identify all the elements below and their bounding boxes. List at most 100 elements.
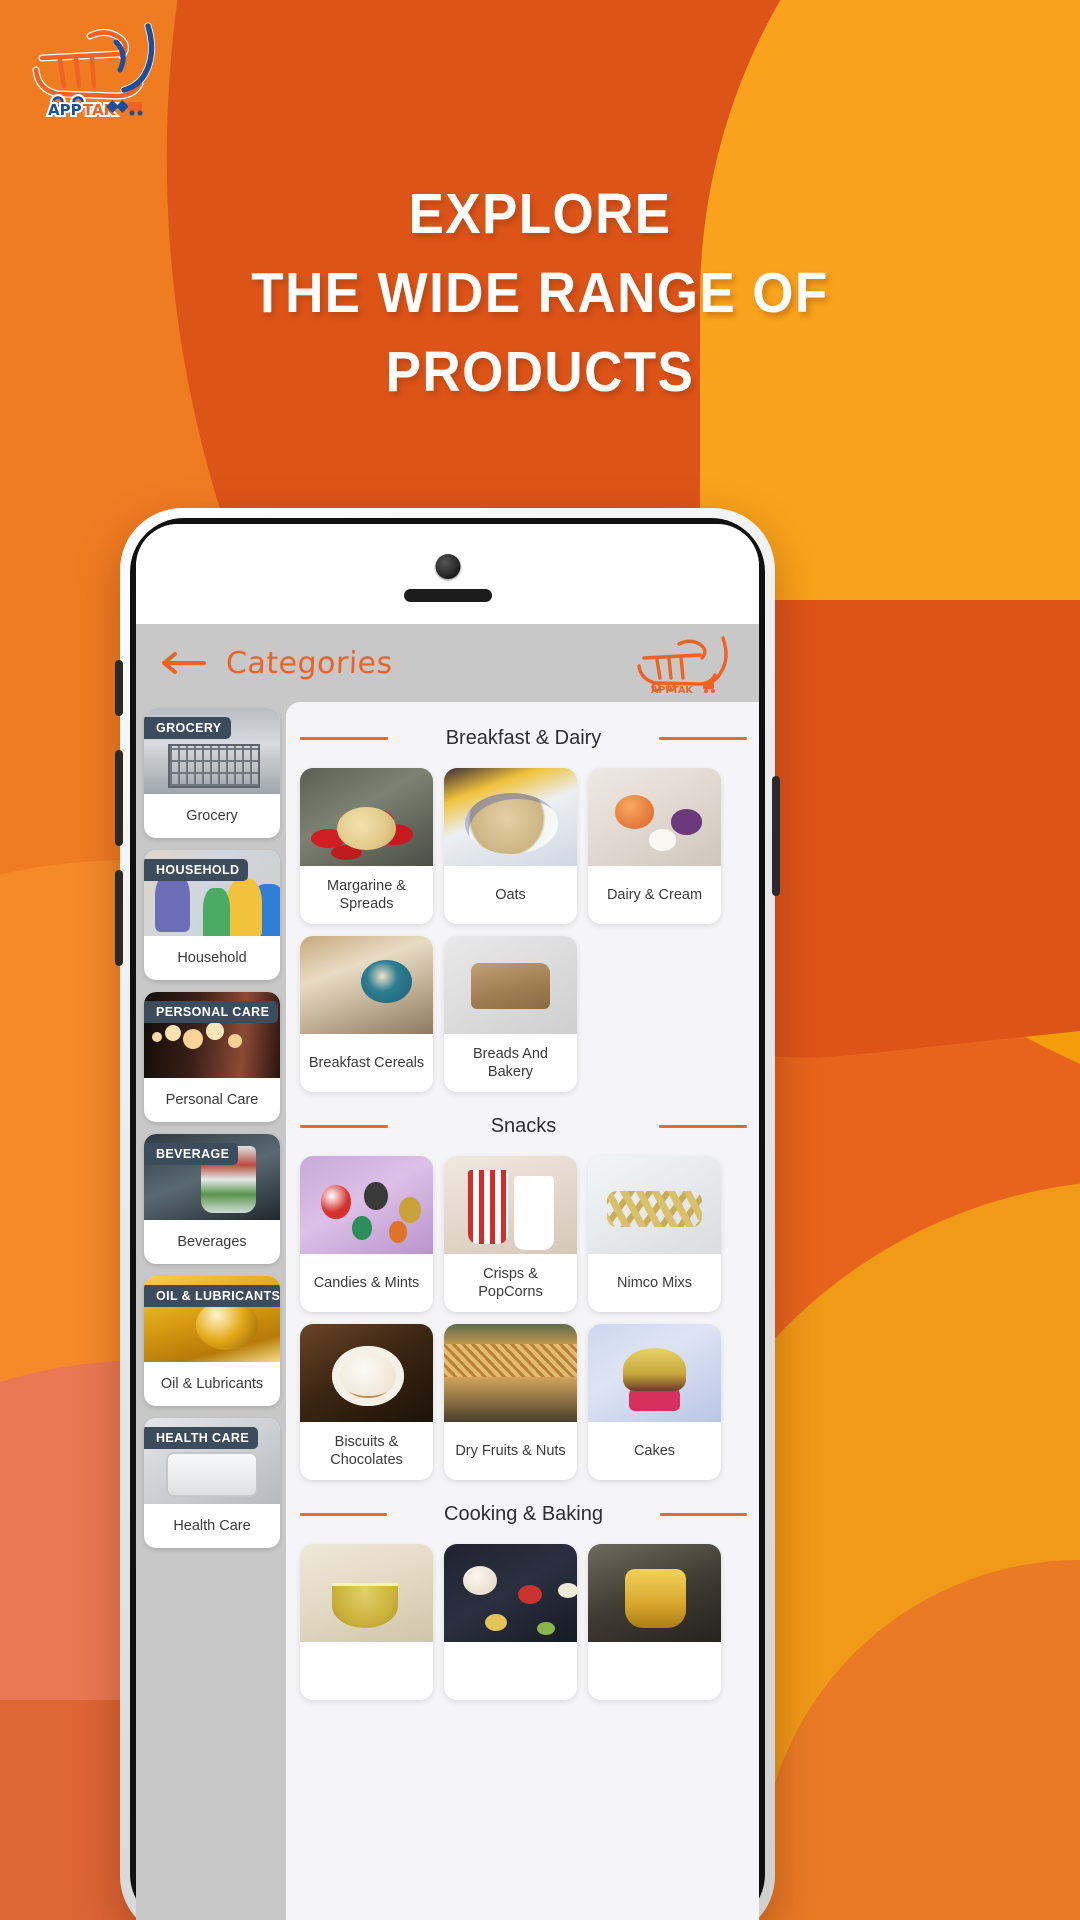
- tile-margarine-spreads[interactable]: Margarine & Spreads: [300, 768, 433, 924]
- sidebar-item-label: Oil & Lubricants: [160, 1376, 264, 1392]
- sidebar-item-oil-lubricants[interactable]: OIL & LUBRICANTS Oil & Lubricants: [144, 1276, 280, 1406]
- logo-wordmark-app: APP: [48, 101, 82, 119]
- sidebar-thumb: PERSONAL CARE: [144, 992, 280, 1078]
- phone-button-silent[interactable]: [115, 660, 123, 716]
- sidebar-item-label: Personal Care: [165, 1092, 259, 1108]
- section-title: Breakfast & Dairy: [445, 726, 602, 749]
- phone-screen: Categories APPTAK GROCERY Grocery HOUSEH…: [136, 524, 759, 1920]
- tile-nimco-mixs[interactable]: Nimco Mixs: [588, 1156, 721, 1312]
- tile-image: [300, 936, 433, 1034]
- headline-line-1: EXPLORE: [408, 182, 672, 246]
- app-bar-logo-icon: APPTAK: [637, 636, 728, 694]
- sidebar-band-label: PERSONAL CARE: [144, 1001, 279, 1023]
- olive-oil-image: [300, 1544, 433, 1642]
- tile-dairy-cream[interactable]: Dairy & Cream: [588, 768, 721, 924]
- tile-dry-fruits-nuts[interactable]: Dry Fruits & Nuts: [444, 1324, 577, 1480]
- cake-image: [588, 1324, 721, 1422]
- sidebar-item-label: Beverages: [177, 1234, 247, 1250]
- phone-button-vol-down[interactable]: [115, 870, 123, 966]
- tile-label: [444, 1642, 577, 1700]
- phone-button-power[interactable]: [772, 776, 780, 896]
- phone-button-vol-up[interactable]: [115, 750, 123, 846]
- oats-image: [444, 768, 577, 866]
- promo-headline: EXPLORE THE WIDE RANGE OF PRODUCTS: [38, 175, 1042, 412]
- tile-breakfast-cereals[interactable]: Breakfast Cereals: [300, 936, 433, 1092]
- section-header-snacks: Snacks: [300, 1104, 747, 1148]
- dryfruit-image: [444, 1324, 577, 1422]
- tile-image: [444, 1156, 577, 1254]
- section-rule-left: [300, 1512, 387, 1516]
- tile-breads-bakery[interactable]: Breads And Bakery: [444, 936, 577, 1092]
- honey-image: [588, 1544, 721, 1642]
- back-arrow-icon[interactable]: [158, 648, 208, 678]
- apptak-logo-icon: APP TAK: [32, 22, 155, 120]
- tile-label: [300, 1642, 433, 1700]
- apptak-logo: APP TAK: [20, 12, 170, 120]
- section-rule-right: [659, 736, 747, 740]
- sidebar-band-label: GROCERY: [144, 717, 231, 739]
- tile-label: Dry Fruits & Nuts: [455, 1442, 566, 1459]
- tile-row: [300, 1544, 747, 1700]
- tile-image: [300, 1156, 433, 1254]
- tile-label: [588, 1642, 721, 1700]
- sidebar-band-label: OIL & LUBRICANTS: [144, 1285, 280, 1307]
- tile-label: Oats: [495, 886, 526, 903]
- tile-row: Breakfast Cereals Breads And Bakery: [300, 936, 747, 1092]
- tile-image: [300, 768, 433, 866]
- sidebar-item-household[interactable]: HOUSEHOLD Household: [144, 850, 280, 980]
- tile-row: Candies & Mints Crisps & PopCorns Nimco …: [300, 1156, 747, 1312]
- category-sidebar[interactable]: GROCERY Grocery HOUSEHOLD Household PERS…: [136, 702, 286, 1920]
- tile-label: Breads And Bakery: [473, 1045, 548, 1080]
- svg-text:APPTAK: APPTAK: [651, 685, 693, 694]
- cereal-image: [300, 936, 433, 1034]
- tile-image: [588, 768, 721, 866]
- tile-label: Nimco Mixs: [617, 1274, 692, 1291]
- section-rule-right: [659, 1124, 747, 1128]
- tile-image: [300, 1324, 433, 1422]
- tile-spices[interactable]: [444, 1544, 577, 1700]
- spices-image: [444, 1544, 577, 1642]
- tile-honey[interactable]: [588, 1544, 721, 1700]
- sidebar-thumb: HOUSEHOLD: [144, 850, 280, 936]
- tile-oats[interactable]: Oats: [444, 768, 577, 924]
- tile-candies-mints[interactable]: Candies & Mints: [300, 1156, 433, 1312]
- sidebar-item-grocery[interactable]: GROCERY Grocery: [144, 708, 280, 838]
- sidebar-item-health-care[interactable]: HEALTH CARE Health Care: [144, 1418, 280, 1548]
- sidebar-item-label: Health Care: [173, 1518, 251, 1534]
- page-title: Categories: [225, 645, 394, 681]
- tile-cooking-oil[interactable]: [300, 1544, 433, 1700]
- nimco-image: [588, 1156, 721, 1254]
- sidebar-item-beverages[interactable]: BEVERAGE Beverages: [144, 1134, 280, 1264]
- tile-image: [588, 1544, 721, 1642]
- dairy-image: [588, 768, 721, 866]
- tile-crisps-popcorns[interactable]: Crisps & PopCorns: [444, 1156, 577, 1312]
- sidebar-band-label: BEVERAGE: [144, 1143, 239, 1165]
- popcorn-image: [444, 1156, 577, 1254]
- category-content[interactable]: Breakfast & Dairy Margarine & Spreads Oa…: [286, 702, 759, 1920]
- tile-image: [300, 1544, 433, 1642]
- tile-label: Biscuits & Chocolates: [330, 1433, 403, 1468]
- app-root: Categories APPTAK GROCERY Grocery HOUSEH…: [136, 624, 759, 1920]
- sidebar-thumb: HEALTH CARE: [144, 1418, 280, 1504]
- sidebar-thumb: OIL & LUBRICANTS: [144, 1276, 280, 1362]
- tile-cakes[interactable]: Cakes: [588, 1324, 721, 1480]
- tile-label: Cakes: [633, 1442, 676, 1459]
- tile-spacer: [588, 936, 721, 1092]
- tile-biscuits-chocolates[interactable]: Biscuits & Chocolates: [300, 1324, 433, 1480]
- headline-line-3: PRODUCTS: [385, 340, 695, 404]
- tile-image: [588, 1156, 721, 1254]
- tile-label: Breakfast Cereals: [308, 1054, 425, 1071]
- sidebar-item-personal-care[interactable]: PERSONAL CARE Personal Care: [144, 992, 280, 1122]
- section-rule-right: [660, 1512, 747, 1516]
- section-header-cooking-baking: Cooking & Baking: [300, 1492, 747, 1536]
- bread-image: [444, 936, 577, 1034]
- tile-row: Margarine & Spreads Oats Dairy & Cream: [300, 768, 747, 924]
- section-title: Cooking & Baking: [444, 1502, 603, 1525]
- biscuit-image: [300, 1324, 433, 1422]
- app-body: GROCERY Grocery HOUSEHOLD Household PERS…: [136, 702, 759, 1920]
- tile-image: [588, 1324, 721, 1422]
- tile-image: [444, 936, 577, 1034]
- section-rule-left: [300, 1124, 388, 1128]
- section-header-breakfast-dairy: Breakfast & Dairy: [300, 716, 747, 760]
- margarine-image: [300, 768, 433, 866]
